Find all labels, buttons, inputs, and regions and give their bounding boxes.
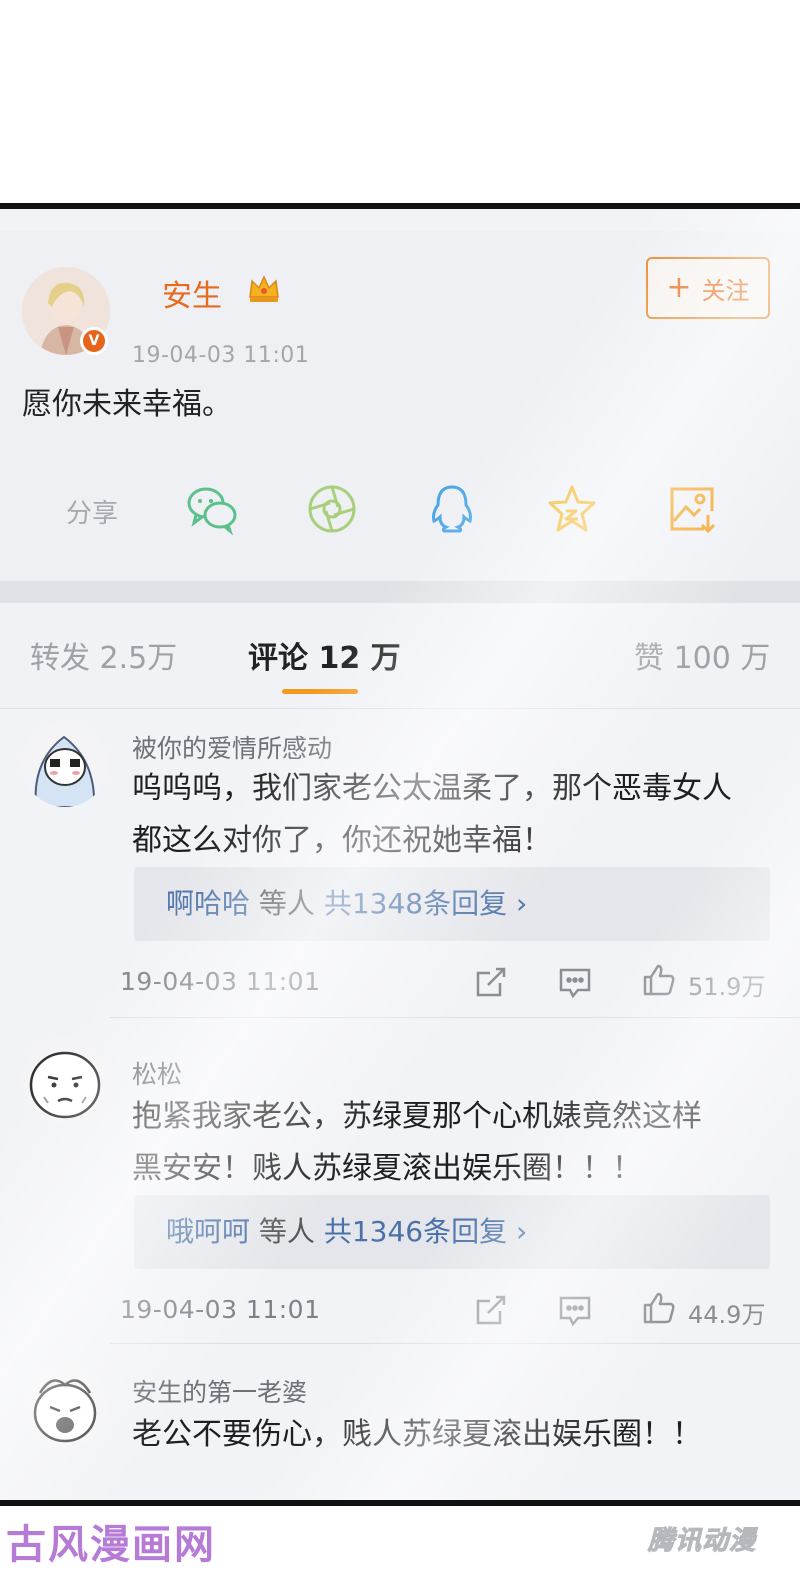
post-text: 愿你未来幸福。 (22, 387, 232, 422)
share-label: 分享 (66, 499, 119, 529)
comment-icon[interactable] (558, 965, 592, 999)
site-watermark-left: 古风漫画网 (6, 1522, 216, 1568)
like-icon[interactable] (642, 1291, 676, 1325)
comment-text: 老公不要伤心，贱人苏绿夏滚出娱乐圈！！ (132, 1409, 782, 1461)
verified-badge-icon: V (80, 327, 108, 355)
commenter-name[interactable]: 松松 (132, 1055, 182, 1091)
reply-user[interactable]: 哦呵呵 (166, 1215, 250, 1248)
wechat-icon[interactable] (184, 481, 240, 537)
reply-count[interactable]: 共1348条回复 › (324, 887, 527, 920)
repost-icon[interactable] (474, 965, 508, 999)
panel-border-bottom (0, 1500, 800, 1506)
reply-others: 等人 (250, 887, 324, 920)
tab-comment[interactable]: 评论 12 万 (248, 633, 401, 677)
post-time: 19-04-03 11:01 (132, 343, 310, 368)
section-divider (0, 581, 800, 603)
reply-user[interactable]: 啊哈哈 (166, 887, 250, 920)
commenter-name[interactable]: 被你的爱情所感动 (132, 729, 332, 765)
replies-summary[interactable]: 哦呵呵 等人 共1346条回复 › (134, 1195, 770, 1269)
post-author-name[interactable]: 安生 (162, 271, 222, 315)
follow-label: 关注 (701, 276, 750, 305)
comment-time: 19-04-03 11:01 (120, 1295, 321, 1324)
like-icon[interactable] (642, 963, 676, 997)
reply-count[interactable]: 共1346条回复 › (324, 1215, 527, 1248)
comment-line: 老公不要伤心，贱人苏绿夏滚出娱乐圈！！ (132, 1417, 702, 1452)
qq-icon[interactable] (424, 481, 480, 537)
post-tabs: 转发 2.5万 评论 12 万 赞 100 万 (0, 603, 800, 709)
moments-icon[interactable] (304, 481, 360, 537)
commenter-name[interactable]: 安生的第一老婆 (132, 1373, 307, 1409)
comment-line: 呜呜呜，我们家老公太温柔了，那个恶毒女人 (132, 771, 732, 806)
commenter-avatar[interactable] (22, 721, 108, 807)
comment-line: 都这么对你了，你还祝她幸福！ (132, 823, 552, 858)
plus-icon: + (666, 270, 692, 305)
reply-others: 等人 (250, 1215, 324, 1248)
commenter-avatar[interactable] (22, 1363, 108, 1449)
comment-line: 抱紧我家老公，苏绿夏那个心机婊竟然这样 (132, 1099, 702, 1134)
commenter-avatar[interactable] (22, 1037, 108, 1123)
comment-separator (110, 1017, 800, 1018)
post-card: V 安生 19-04-03 11:01 + 关注 愿你未来幸福。 分享 (0, 231, 800, 581)
top-blank-space (0, 0, 800, 203)
like-count: 51.9万 (688, 973, 766, 1001)
replies-summary[interactable]: 啊哈哈 等人 共1348条回复 › (134, 867, 770, 941)
tab-repost[interactable]: 转发 2.5万 (30, 633, 177, 677)
comment-time: 19-04-03 11:01 (120, 967, 321, 996)
crown-icon (246, 271, 282, 307)
follow-button[interactable]: + 关注 (646, 257, 770, 319)
comment-line: 黑安安！贱人苏绿夏滚出娱乐圈！！！ (132, 1151, 642, 1186)
like-count: 44.9万 (688, 1301, 766, 1329)
site-watermark-right: 腾讯动漫 (647, 1526, 757, 1557)
save-image-icon[interactable] (664, 481, 720, 537)
tab-like[interactable]: 赞 100 万 (634, 633, 770, 677)
comment-icon[interactable] (558, 1293, 592, 1327)
comment-text: 呜呜呜，我们家老公太温柔了，那个恶毒女人 都这么对你了，你还祝她幸福！ (132, 763, 782, 867)
comment-separator (110, 1343, 800, 1344)
favorite-star-icon[interactable] (544, 481, 600, 537)
weibo-post-screen: V 安生 19-04-03 11:01 + 关注 愿你未来幸福。 分享 转发 2… (0, 209, 800, 1500)
repost-icon[interactable] (474, 1293, 508, 1327)
comment-text: 抱紧我家老公，苏绿夏那个心机婊竟然这样 黑安安！贱人苏绿夏滚出娱乐圈！！！ (132, 1091, 782, 1195)
tab-active-indicator (282, 689, 358, 694)
